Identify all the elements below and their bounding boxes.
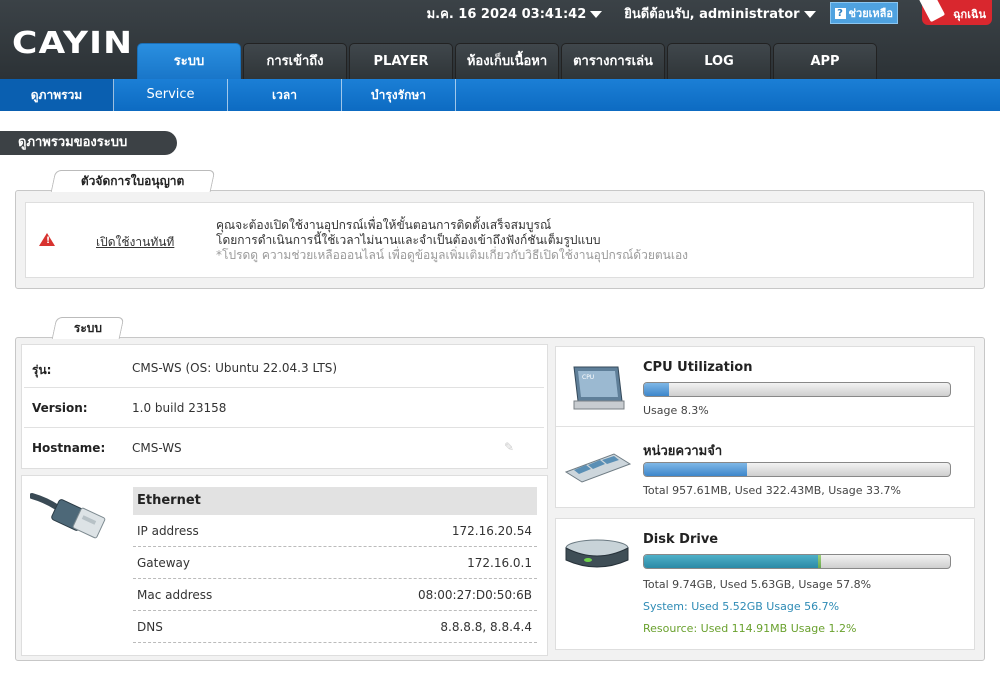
hard-drive-icon bbox=[565, 539, 629, 568]
system-section-tab: ระบบ bbox=[51, 317, 125, 339]
memory-usage-fill bbox=[644, 463, 748, 476]
tab-schedule[interactable]: ตารางการเล่น bbox=[561, 43, 665, 79]
subnav-overview[interactable]: ดูภาพรวม bbox=[0, 79, 114, 111]
tab-app[interactable]: APP bbox=[773, 43, 877, 79]
eth-label: Gateway bbox=[137, 556, 191, 570]
emergency-label: ฉุกเฉิน bbox=[953, 8, 986, 21]
activate-now-link[interactable]: เปิดใช้งานทันที bbox=[96, 233, 174, 252]
cpu-usage-fill bbox=[644, 383, 670, 396]
info-value: 1.0 build 23158 bbox=[132, 401, 227, 415]
datetime-text: ม.ค. 16 2024 03:41:42 bbox=[426, 6, 587, 22]
help-button[interactable]: ? ช่วยเหลือ bbox=[829, 2, 898, 24]
tab-system[interactable]: ระบบ bbox=[137, 43, 241, 79]
eth-value: 172.16.20.54 bbox=[451, 524, 532, 538]
question-icon: ? bbox=[834, 7, 846, 19]
eth-row-dns: DNS 8.8.8.8, 8.8.4.4 bbox=[133, 611, 537, 643]
eth-label: IP address bbox=[137, 524, 199, 538]
info-row-hostname: Hostname: CMS-WS ✎ bbox=[24, 428, 544, 468]
cpu-icon: CPU bbox=[573, 366, 625, 410]
help-label: ช่วยเหลือ bbox=[848, 7, 893, 20]
tab-media-library[interactable]: ห้องเก็บเนื้อหา bbox=[455, 43, 559, 79]
user-menu[interactable]: ยินดีต้อนรับ, administrator bbox=[624, 3, 816, 24]
license-message: คุณจะต้องเปิดใช้งานอุปกรณ์เพื่อให้ขั้นตอ… bbox=[216, 218, 688, 263]
eth-label: Mac address bbox=[137, 588, 213, 602]
cpu-title: CPU Utilization bbox=[643, 360, 753, 375]
tab-player[interactable]: PLAYER bbox=[349, 43, 453, 79]
ethernet-cable-icon bbox=[30, 493, 106, 539]
info-label: Hostname: bbox=[32, 441, 106, 455]
system-section-label: ระบบ bbox=[73, 321, 102, 335]
header: CAYIN ม.ค. 16 2024 03:41:42 ยินดีต้อนรับ… bbox=[0, 0, 1000, 79]
eth-value: 08:00:27:D0:50:6B bbox=[417, 588, 532, 602]
warning-icon: ! bbox=[39, 233, 55, 246]
eth-row-mac: Mac address 08:00:27:D0:50:6B bbox=[133, 579, 537, 611]
info-label: รุ่น: bbox=[32, 363, 52, 377]
main-tabs: ระบบ การเข้าถึง PLAYER ห้องเก็บเนื้อหา ต… bbox=[137, 43, 879, 79]
disk-title: Disk Drive bbox=[643, 532, 719, 547]
memory-title: หน่วยความจำ bbox=[643, 444, 723, 459]
info-value: CMS-WS bbox=[132, 441, 182, 455]
memory-usage-bar bbox=[643, 462, 951, 477]
eth-value: 8.8.8.8, 8.8.4.4 bbox=[440, 620, 532, 634]
emergency-button[interactable]: ฉุกเฉิน bbox=[918, 0, 992, 25]
license-line-1: คุณจะต้องเปิดใช้งานอุปกรณ์เพื่อให้ขั้นตอ… bbox=[216, 218, 552, 232]
chevron-down-icon bbox=[803, 10, 816, 18]
license-note: *โปรดดู ความช่วยเหลือออนไลน์ เพื่อดูข้อม… bbox=[216, 248, 689, 262]
tab-log[interactable]: LOG bbox=[667, 43, 771, 79]
disk-resource-fill bbox=[817, 555, 822, 568]
eth-value: 172.16.0.1 bbox=[467, 556, 532, 570]
disk-system-text: System: Used 5.52GB Usage 56.7% bbox=[643, 600, 840, 613]
cpu-usage-text: Usage 8.3% bbox=[643, 404, 709, 417]
ethernet-title: Ethernet bbox=[133, 487, 537, 515]
chevron-down-icon bbox=[590, 10, 603, 18]
svg-text:CPU: CPU bbox=[582, 374, 594, 381]
disk-resource-text: Resource: Used 114.91MB Usage 1.2% bbox=[643, 622, 857, 635]
top-bar: ม.ค. 16 2024 03:41:42 ยินดีต้อนรับ, admi… bbox=[427, 2, 1000, 24]
cayin-logo[interactable]: CAYIN bbox=[12, 26, 133, 61]
edit-pencil-icon[interactable]: ✎ bbox=[504, 440, 514, 454]
info-label: Version: bbox=[32, 401, 88, 415]
memory-module-icon bbox=[564, 453, 632, 483]
info-value: CMS-WS (OS: Ubuntu 22.04.3 LTS) bbox=[132, 361, 338, 375]
disk-system-fill bbox=[644, 555, 818, 568]
welcome-text: ยินดีต้อนรับ, administrator bbox=[624, 6, 800, 22]
tab-access[interactable]: การเข้าถึง bbox=[243, 43, 347, 79]
eth-label: DNS bbox=[137, 620, 163, 634]
eth-row-gateway: Gateway 172.16.0.1 bbox=[133, 547, 537, 579]
sub-nav: ดูภาพรวม Service เวลา บำรุงรักษา bbox=[0, 79, 1000, 111]
divider bbox=[556, 426, 974, 427]
info-row-version: Version: 1.0 build 23158 bbox=[24, 388, 544, 428]
flag-icon bbox=[918, 0, 946, 23]
info-row-model: รุ่น: CMS-WS (OS: Ubuntu 22.04.3 LTS) bbox=[24, 348, 544, 388]
cpu-usage-bar bbox=[643, 382, 951, 397]
license-line-2: โดยการดำเนินการนี้ใช้เวลาไม่นานและจำเป็น… bbox=[216, 233, 601, 247]
eth-row-ip: IP address 172.16.20.54 bbox=[133, 515, 537, 547]
memory-usage-text: Total 957.61MB, Used 322.43MB, Usage 33.… bbox=[643, 484, 901, 497]
subnav-time[interactable]: เวลา bbox=[228, 79, 342, 111]
license-section-label: ตัวจัดการใบอนุญาต bbox=[81, 174, 185, 188]
datetime-dropdown[interactable]: ม.ค. 16 2024 03:41:42 bbox=[427, 3, 603, 24]
page-title: ดูภาพรวมของระบบ bbox=[0, 131, 177, 155]
subnav-service[interactable]: Service bbox=[114, 79, 228, 111]
disk-usage-text: Total 9.74GB, Used 5.63GB, Usage 57.8% bbox=[643, 578, 872, 591]
subnav-maintenance[interactable]: บำรุงรักษา bbox=[342, 79, 456, 111]
disk-usage-bar bbox=[643, 554, 951, 569]
license-section-tab: ตัวจัดการใบอนุญาต bbox=[50, 170, 216, 192]
